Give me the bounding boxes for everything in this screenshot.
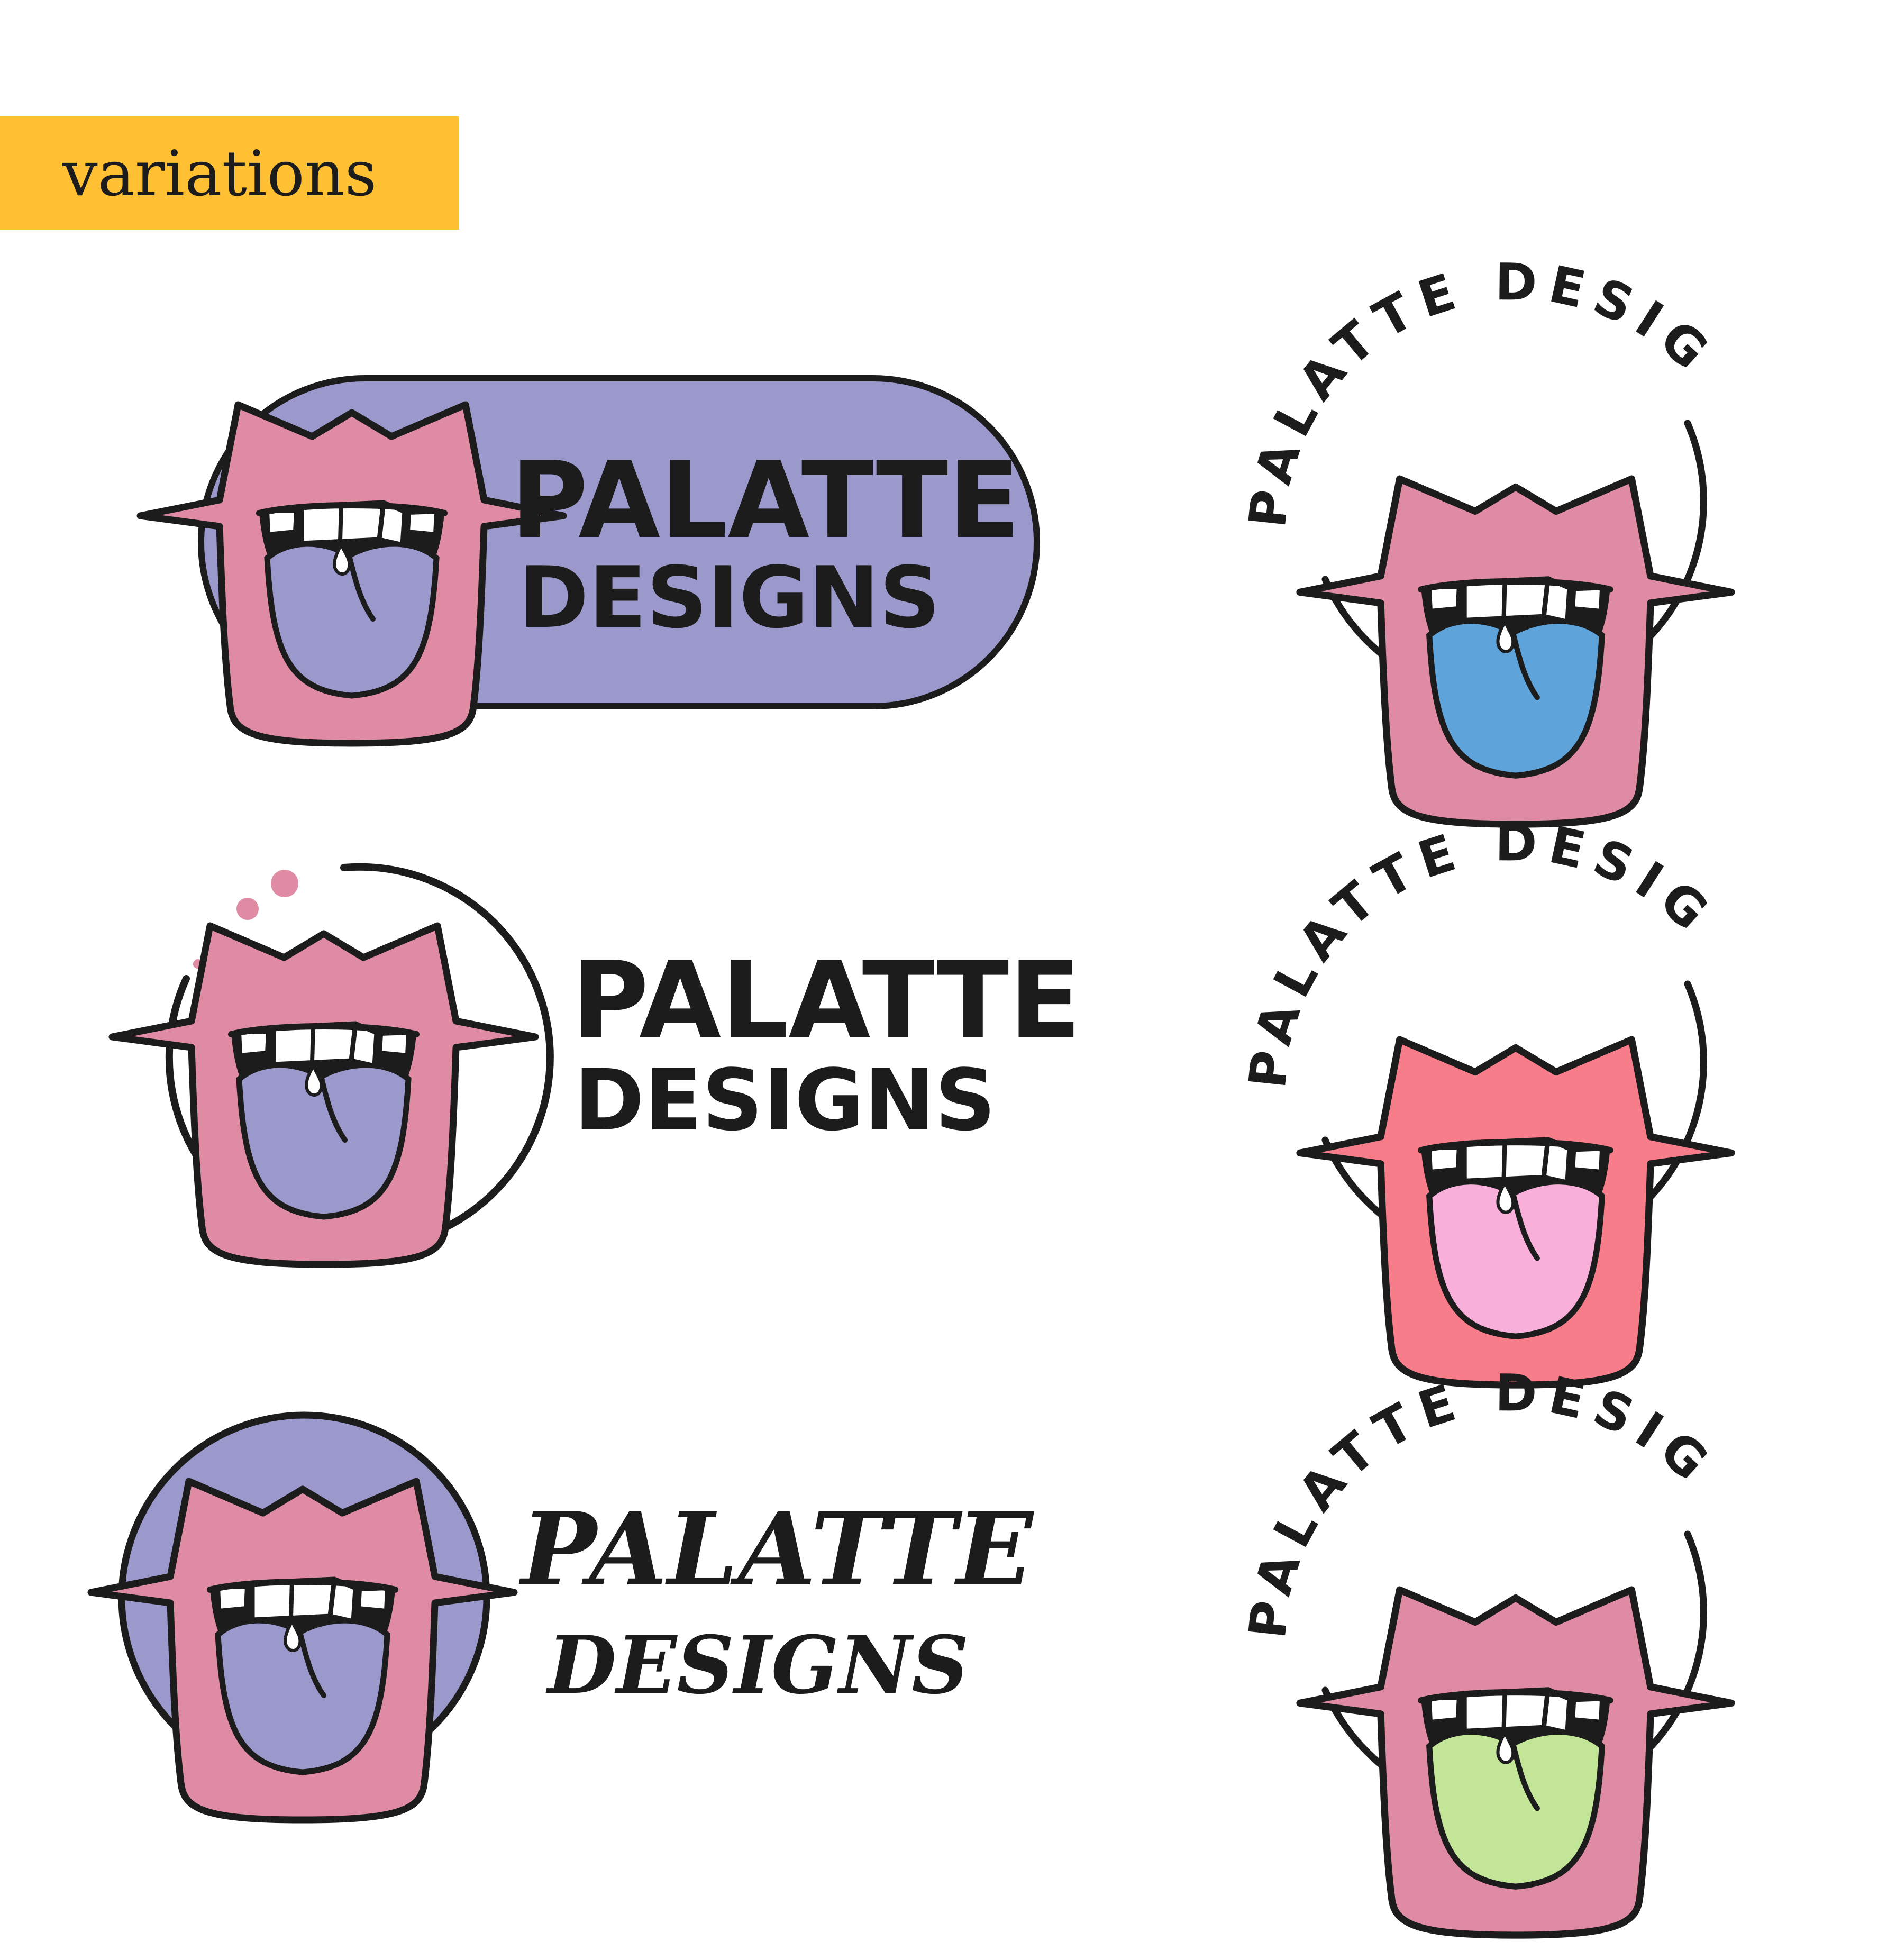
mouth-icon (1296, 1036, 1735, 1389)
logo-variations-board: PALATTE DESIGNS PALATTE DESIGNS PALATTE … (0, 0, 1735, 1939)
ring-logo-line1: PALATTE (571, 939, 1081, 1062)
disc-logo-line1: PALATTE (518, 1490, 1034, 1608)
pill-logo-line2: DESIGNS (518, 548, 940, 647)
ring-logo-line2: DESIGNS (574, 1051, 996, 1150)
pill-logo-line1: PALATTE (511, 439, 1020, 562)
mouth-icon (1296, 1586, 1735, 1939)
disc-logo-line2: DESIGNS (545, 1619, 969, 1712)
mouth-icon (1296, 475, 1735, 828)
dot-medium (236, 898, 259, 920)
dot-large (271, 870, 298, 897)
